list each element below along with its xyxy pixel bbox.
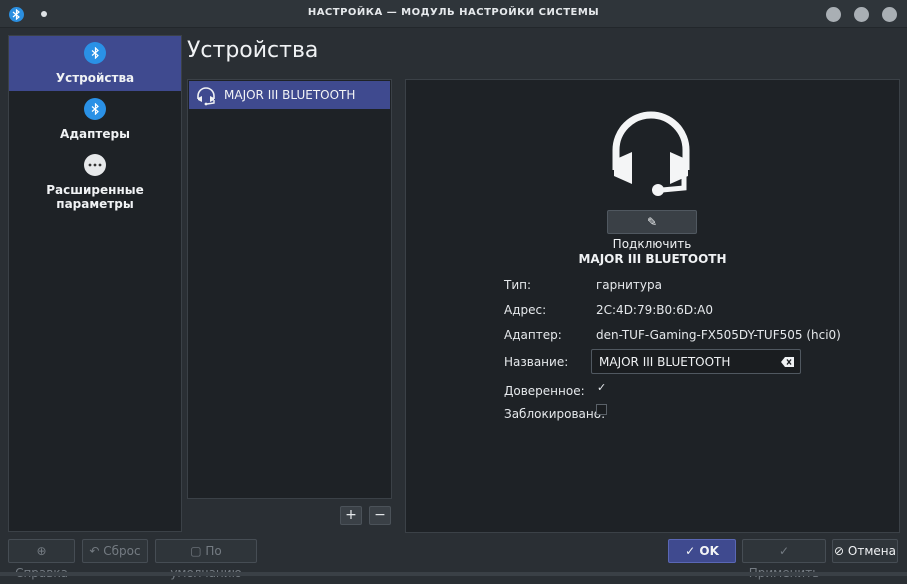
blocked-label: Заблокировано:	[504, 407, 606, 421]
defaults-button[interactable]: ▢ По умолчанию	[155, 539, 257, 580]
clear-text-icon[interactable]	[781, 357, 794, 367]
document-icon: ▢	[190, 544, 202, 558]
window-bottom-edge	[0, 572, 907, 576]
device-list: MAJOR III BLUETOOTH	[187, 79, 392, 499]
bluetooth-icon	[84, 98, 106, 120]
sidebar-item-label: Устройства	[55, 71, 135, 85]
bluetooth-icon	[84, 42, 106, 64]
sidebar-item-label: Расширенные параметры	[46, 183, 144, 211]
pencil-icon: ✎	[646, 215, 658, 229]
add-device-button[interactable]: +	[340, 506, 362, 525]
device-list-item[interactable]: MAJOR III BLUETOOTH	[189, 81, 390, 109]
headset-icon	[612, 111, 690, 196]
help-icon: ⊕	[36, 544, 47, 558]
sidebar-item-advanced[interactable]: Расширенные параметры	[9, 148, 181, 211]
cancel-icon: ⊘	[834, 544, 845, 558]
address-label: Адрес:	[504, 303, 547, 317]
device-name-input[interactable]: MAJOR III BLUETOOTH	[591, 349, 801, 374]
device-list-item-label: MAJOR III BLUETOOTH	[224, 88, 356, 102]
help-button[interactable]: ⊕ Справка	[8, 539, 75, 580]
type-label: Тип:	[504, 278, 532, 292]
page-title: Устройства	[187, 38, 319, 63]
sidebar: Устройства Адаптеры Расширенные параметр…	[8, 35, 182, 532]
minimize-button[interactable]	[826, 7, 841, 22]
reset-button[interactable]: ↶ Сброс	[82, 539, 148, 563]
check-icon: ✓	[778, 544, 790, 558]
type-value: гарнитура	[596, 278, 662, 292]
trusted-checkbox[interactable]: ✓	[597, 381, 606, 394]
apply-button[interactable]: ✓ Применить	[742, 539, 826, 580]
connect-button[interactable]: ✎ Подключить	[607, 210, 697, 251]
address-value: 2C:4D:79:B0:6D:A0	[596, 303, 713, 317]
adapter-label: Адаптер:	[504, 328, 562, 342]
sidebar-item-adapters[interactable]: Адаптеры	[9, 92, 181, 147]
ok-button[interactable]: ✓ OK	[668, 539, 736, 563]
trusted-label: Доверенное:	[504, 384, 585, 398]
bluetooth-app-icon	[9, 7, 24, 22]
sidebar-item-label: Адаптеры	[60, 127, 130, 141]
check-icon: ✓	[685, 544, 696, 558]
pin-icon[interactable]	[41, 11, 47, 17]
undo-icon: ↶	[89, 544, 100, 558]
name-label: Название:	[504, 355, 569, 369]
window-title: НАСТРОЙКА — МОДУЛЬ НАСТРОЙКИ СИСТЕМЫ	[307, 7, 600, 18]
device-name-heading: MAJOR III BLUETOOTH	[578, 252, 727, 266]
maximize-button[interactable]	[854, 7, 869, 22]
cancel-button[interactable]: ⊘ Отмена	[832, 539, 898, 563]
sidebar-item-devices[interactable]: Устройства	[9, 36, 181, 91]
device-name-input-value: MAJOR III BLUETOOTH	[599, 355, 731, 369]
adapter-value: den-TUF-Gaming-FX505DY-TUF505 (hci0)	[596, 328, 841, 342]
headset-icon	[197, 87, 215, 106]
more-icon	[84, 154, 106, 176]
remove-device-button[interactable]: −	[369, 506, 391, 525]
blocked-checkbox[interactable]	[596, 404, 607, 415]
close-button[interactable]	[882, 7, 897, 22]
